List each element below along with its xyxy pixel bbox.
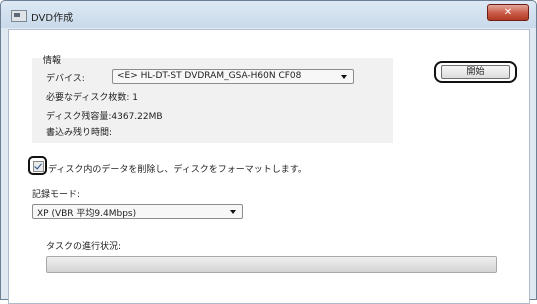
format-checkbox-highlight [28, 156, 47, 175]
checkmark-icon [34, 161, 42, 170]
format-checkbox-label[interactable]: ディスク内のデータを削除し、ディスクをフォーマットします。 [48, 162, 307, 175]
device-select[interactable]: <E> HL-DT-ST DVDRAM_GSA-H60N CF08 [112, 69, 354, 84]
start-button[interactable]: 開始 [441, 65, 510, 79]
info-group-label: 情報 [43, 56, 62, 66]
record-mode-value: XP (VBR 平均9.4Mbps) [37, 209, 137, 219]
record-mode-select[interactable]: XP (VBR 平均9.4Mbps) [32, 204, 243, 219]
chevron-down-icon [230, 210, 236, 214]
dvd-app-icon [11, 10, 27, 22]
window-frame-left [1, 28, 8, 299]
start-button-highlight: 開始 [434, 61, 517, 83]
dvd-create-window: DVD作成 ✕ 情報 デバイス: <E> HL-DT-ST DVDRAM_GSA… [0, 0, 537, 304]
task-progress-bar [46, 256, 497, 273]
device-select-value: <E> HL-DT-ST DVDRAM_GSA-H60N CF08 [117, 71, 302, 81]
window-title: DVD作成 [31, 13, 74, 24]
discs-needed-text: 必要なディスク枚数: 1 [46, 93, 138, 103]
chevron-down-icon [341, 75, 347, 79]
disc-remaining-text: ディスク残容量:4367.22MB [46, 112, 163, 122]
device-label: デバイス: [46, 74, 85, 84]
close-icon: ✕ [503, 7, 513, 18]
record-mode-label: 記録モード: [32, 190, 81, 200]
progress-label: タスクの進行状況: [46, 242, 122, 252]
write-time-text: 書込み残り時間: [46, 128, 113, 138]
close-button[interactable]: ✕ [487, 4, 529, 21]
format-checkbox[interactable] [33, 161, 44, 172]
title-bar[interactable]: DVD作成 ✕ [1, 1, 536, 28]
